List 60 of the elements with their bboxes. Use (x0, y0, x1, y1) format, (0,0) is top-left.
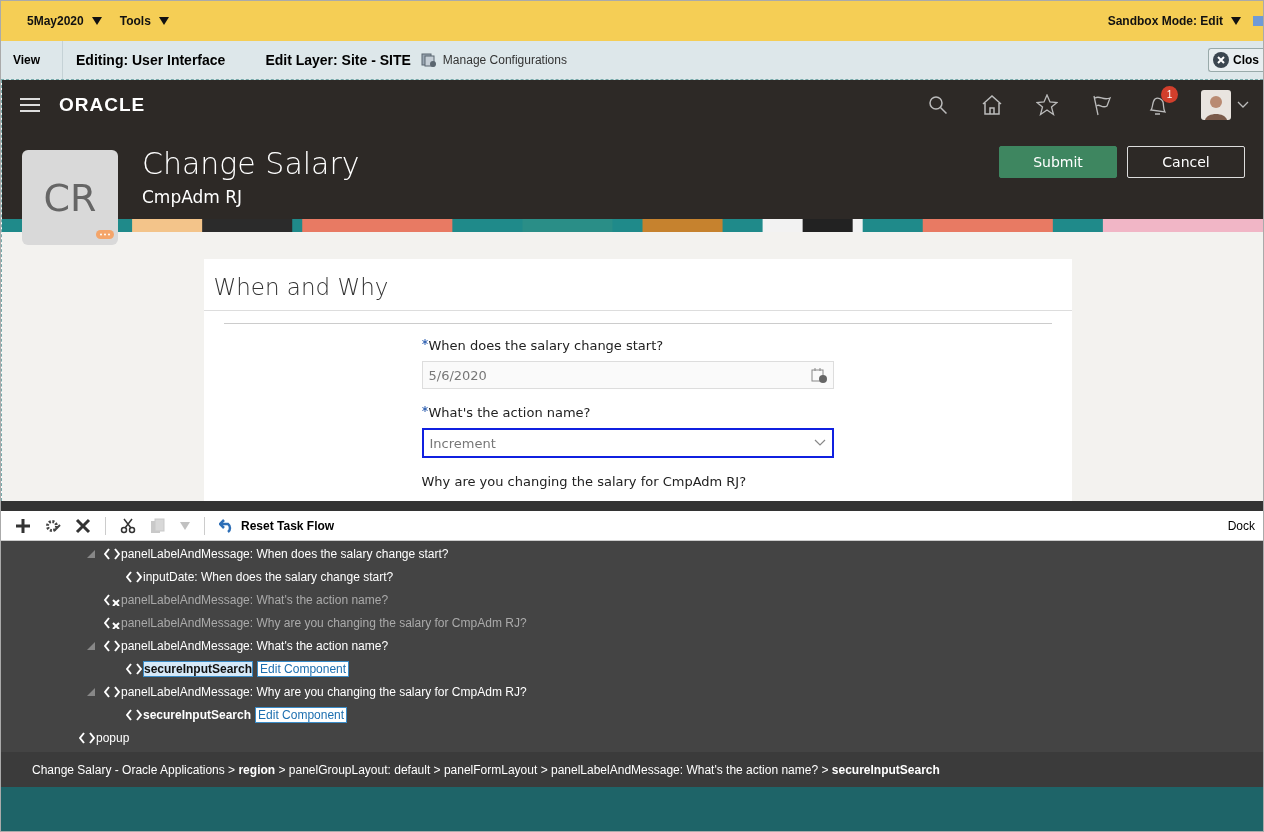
sandbox-menu[interactable]: Sandbox Mode: Edit (1107, 14, 1241, 28)
close-icon (1213, 52, 1229, 68)
cancel-button[interactable]: Cancel (1127, 146, 1245, 178)
menu-item[interactable]: Tools (119, 14, 169, 28)
chevron-down-icon (813, 439, 826, 447)
search-icon[interactable] (928, 95, 948, 115)
field-label: What's the action name? (428, 405, 591, 420)
tag-icon (126, 662, 142, 675)
field-label: Why are you changing the salary for CmpAdm RJ? (421, 474, 747, 489)
avatar-icon[interactable] (1201, 90, 1231, 120)
menu-icon[interactable] (20, 97, 40, 113)
edit-layer-label: Edit Layer: Site - SITE (265, 52, 411, 68)
editing-label: Editing: User Interface (76, 52, 226, 68)
dock-button[interactable]: Dock (1227, 518, 1255, 533)
manage-configurations-link[interactable]: Manage Configurations (420, 52, 567, 68)
section-title: When and Why (203, 259, 1072, 311)
submit-button[interactable]: Submit (999, 146, 1117, 178)
breadcrumb: Change Salary - Oracle Applications > region > panelGroupLayout: default > panelFormLayout > panelLabelAndMessage: What's the action name? > secureInputSearch (32, 762, 940, 777)
settings-icon[interactable] (45, 517, 61, 534)
date-field[interactable]: 5/6/2020 (421, 361, 834, 389)
view-menu[interactable]: View (1, 41, 63, 79)
dropdown-icon (158, 17, 169, 25)
tag-icon (126, 708, 142, 721)
calendar-icon[interactable] (810, 367, 827, 383)
flag-icon[interactable] (1091, 94, 1113, 116)
home-icon[interactable] (981, 95, 1003, 115)
person-name: CmpAdm RJ (142, 187, 244, 207)
person-avatar: CR (22, 150, 118, 245)
notification-badge: 1 (1161, 86, 1178, 103)
select-field[interactable]: Increment (421, 428, 834, 458)
edit-component-link[interactable]: Edit Component (255, 706, 348, 723)
expand-icon[interactable] (87, 641, 95, 650)
cut-icon[interactable] (120, 517, 136, 534)
tree-node[interactable]: inputDate: When does the salary change start? (143, 569, 394, 584)
edit-component-link[interactable]: Edit Component (257, 660, 350, 677)
field-label: When does the salary change start? (428, 338, 664, 353)
tree-node[interactable]: panelLabelAndMessage: Why are you changing the salary for CmpAdm RJ? (121, 684, 527, 699)
tag-icon (126, 570, 142, 583)
tree-node[interactable]: panelLabelAndMessage: When does the salary change start? (121, 546, 449, 561)
expand-icon[interactable] (87, 687, 95, 696)
star-icon[interactable] (1036, 94, 1058, 116)
chevron-down-icon[interactable] (1237, 101, 1249, 109)
configuration-icon (420, 52, 437, 68)
menu-item[interactable]: 5May2020 (27, 14, 102, 28)
expand-icon[interactable] (87, 549, 95, 558)
reset-task-flow-button[interactable]: Reset Task Flow (219, 518, 335, 533)
tree-node[interactable]: secureInputSearch (143, 707, 252, 722)
tree-node[interactable]: secureInputSearch (143, 660, 254, 677)
tag-icon (79, 731, 95, 744)
tree-node[interactable]: panelLabelAndMessage: What's the action name? (121, 638, 389, 653)
tree-node[interactable]: popup (96, 730, 130, 745)
dropdown-icon (1231, 17, 1241, 25)
dropdown-icon (91, 17, 102, 25)
page-title: Change Salary (142, 146, 361, 181)
tree-node[interactable]: panelLabelAndMessage: Why are you changing the salary for CmpAdm RJ? (121, 615, 527, 630)
close-button[interactable]: Clos (1208, 48, 1263, 72)
add-icon[interactable] (15, 517, 31, 534)
logo[interactable]: ORACLE (59, 94, 146, 116)
delete-icon[interactable] (75, 517, 91, 534)
tree-node[interactable]: panelLabelAndMessage: What's the action name? (121, 592, 389, 607)
